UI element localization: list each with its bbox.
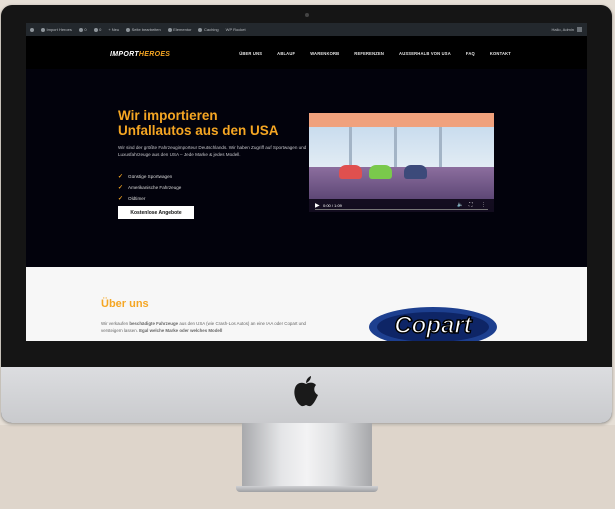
admin-bar-caching[interactable]: Caching [198, 27, 219, 32]
site-header: IMPORTHEROES ÜBER UNS ABLAUF WARENKORB R… [26, 36, 587, 69]
volume-icon[interactable]: 🔈 [457, 202, 463, 208]
video-controls: ▶ 0:00 / 1:09 🔈 ⛶ ⋮ [309, 199, 494, 212]
admin-bar-wp-rocket[interactable]: WP Rocket [226, 27, 246, 32]
menu-item-kontakt[interactable]: KONTAKT [490, 51, 511, 56]
menu-item-ueber-uns[interactable]: ÜBER UNS [239, 51, 262, 56]
list-item: ✓ Günstige Sportwagen [118, 174, 173, 180]
video-progress[interactable] [315, 209, 488, 210]
avatar [577, 27, 582, 32]
imac-stand [242, 423, 372, 489]
free-offers-button[interactable]: Kostenlose Angebote [118, 206, 194, 219]
admin-bar-new[interactable]: + Neu [108, 27, 119, 32]
check-icon: ✓ [118, 185, 124, 191]
camera-dot [305, 13, 309, 17]
menu-item-ablauf[interactable]: ABLAUF [277, 51, 295, 56]
logo-import: IMPORT [110, 51, 139, 58]
hero-title: Wir importieren Unfallautos aus den USA [118, 108, 279, 138]
imac-chin [1, 367, 612, 423]
more-icon[interactable]: ⋮ [481, 202, 486, 208]
menu-item-warenkorb[interactable]: WARENKORB [310, 51, 339, 56]
about-section: Über uns Wir verkaufen beschädigte Fahrz… [26, 267, 587, 341]
car-illustration [369, 165, 392, 179]
imac-stand-foot [236, 486, 378, 492]
logo-heroes: HEROES [138, 51, 171, 58]
wp-admin-bar: Import Heroes 0 0 + Neu Seite bearbeiten… [26, 23, 587, 36]
admin-bar-comments[interactable]: 0 [93, 27, 101, 32]
admin-bar-account[interactable]: Hallo, Admin [552, 23, 582, 36]
video-scene-window [309, 127, 494, 167]
apple-logo-icon [294, 376, 318, 407]
screen: Import Heroes 0 0 + Neu Seite bearbeiten… [26, 23, 587, 341]
admin-bar-edit-page[interactable]: Seite bearbeiten [126, 27, 161, 32]
about-title: Über uns [101, 298, 149, 310]
hero-section: Wir importieren Unfallautos aus den USA … [26, 69, 587, 267]
menu-item-ausserhalb[interactable]: AUSSERHALB VON USA [399, 51, 451, 56]
fullscreen-icon[interactable]: ⛶ [469, 202, 473, 208]
feature-list: ✓ Günstige Sportwagen ✓ Amerikanische Fahr… [118, 171, 181, 204]
admin-bar-updates[interactable]: 0 [78, 27, 87, 32]
menu-item-referenzen[interactable]: REFERENZEN [354, 51, 384, 56]
video-scene-ceiling [309, 113, 494, 127]
video-time: 0:00 / 1:09 [323, 203, 342, 208]
car-illustration [339, 165, 362, 179]
car-illustration [404, 165, 427, 179]
main-menu: ÜBER UNS ABLAUF WARENKORB REFERENZEN AUS… [239, 51, 511, 56]
check-icon: ✓ [118, 174, 124, 180]
admin-bar-elementor[interactable]: Elementor [167, 27, 191, 32]
copart-logo: Copart [369, 307, 497, 341]
about-text: Wir verkaufen beschädigte Fahrzeuge aus … [101, 321, 306, 333]
admin-greeting: Hallo, Admin [551, 27, 574, 32]
wp-logo-icon[interactable] [30, 27, 34, 32]
list-item: ✓ Oldtimer [118, 196, 146, 202]
play-icon[interactable]: ▶ [315, 202, 320, 209]
site-logo[interactable]: IMPORTHEROES [110, 51, 170, 58]
admin-bar-site[interactable]: Import Heroes [41, 27, 72, 32]
copart-logo-text: Copart [394, 312, 472, 339]
check-icon: ✓ [118, 196, 124, 202]
hero-description: Wir sind der größte Fahrzeugimporteur De… [118, 145, 307, 157]
list-item: ✓ Amerikanische Fahrzeuge [118, 185, 182, 191]
menu-item-faq[interactable]: FAQ [466, 51, 475, 56]
hero-video[interactable]: ▶ 0:00 / 1:09 🔈 ⛶ ⋮ [309, 113, 494, 212]
